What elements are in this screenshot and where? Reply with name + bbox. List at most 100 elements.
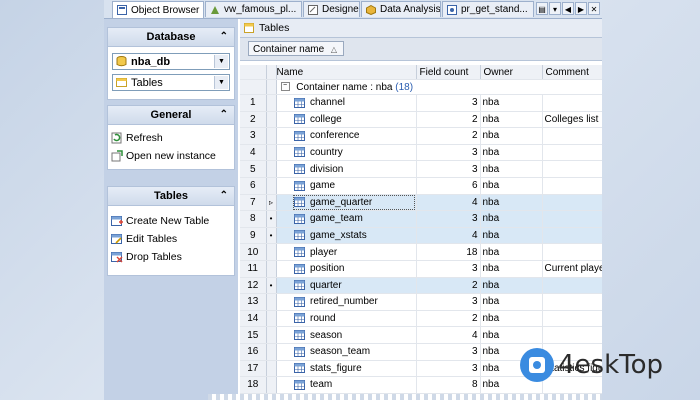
name-cell[interactable]: stats_figure [292, 360, 417, 378]
owner-cell[interactable]: nba [480, 260, 543, 278]
table-row[interactable]: 15 season 4 nba [240, 326, 602, 344]
database-select[interactable]: nba_db ▼ [112, 53, 230, 70]
name-cell[interactable]: quarter [292, 277, 417, 295]
name-cell[interactable]: game_team [292, 210, 417, 228]
chevron-down-icon[interactable]: ▼ [214, 76, 228, 89]
comment-cell[interactable] [542, 243, 602, 261]
field-count-cell[interactable]: 3 [416, 360, 481, 378]
field-count-cell[interactable]: 2 [416, 310, 481, 328]
row-number-cell[interactable]: 13 [240, 293, 267, 311]
column-header-owner[interactable]: Owner [480, 65, 543, 80]
tab-designer[interactable]: Designer [303, 1, 360, 17]
comment-cell[interactable] [542, 194, 602, 212]
scroll-left-icon[interactable]: ◀ [562, 2, 574, 15]
row-number-cell[interactable]: 16 [240, 343, 267, 361]
edit-tables-link[interactable]: Edit Tables [111, 230, 231, 248]
comment-cell[interactable] [542, 293, 602, 311]
comment-cell[interactable] [542, 326, 602, 344]
field-count-cell[interactable]: 18 [416, 243, 481, 261]
owner-cell[interactable]: nba [480, 144, 543, 162]
owner-cell[interactable]: nba [480, 177, 543, 195]
name-cell[interactable]: season [292, 326, 417, 344]
table-row[interactable]: 12 • quarter 2 nba [240, 277, 602, 295]
field-count-cell[interactable]: 2 [416, 127, 481, 145]
name-cell[interactable]: country [292, 144, 417, 162]
comment-cell[interactable] [542, 177, 602, 195]
collapse-icon[interactable]: ⌃ [220, 109, 228, 120]
table-row[interactable]: 9 • game_xstats 4 nba [240, 227, 602, 245]
field-count-cell[interactable]: 3 [416, 260, 481, 278]
comment-cell[interactable] [542, 227, 602, 245]
column-header-name[interactable]: Name [276, 65, 417, 80]
comment-cell[interactable] [542, 94, 602, 112]
owner-cell[interactable]: nba [480, 111, 543, 129]
table-row[interactable]: 8 • game_team 3 nba [240, 210, 602, 228]
row-number-cell[interactable]: 5 [240, 160, 267, 178]
field-count-cell[interactable]: 3 [416, 293, 481, 311]
chevron-down-icon[interactable]: ▾ [549, 2, 561, 15]
row-number-cell[interactable]: 17 [240, 360, 267, 378]
general-panel-header[interactable]: General ⌃ [107, 105, 235, 125]
table-row[interactable]: 13 retired_number 3 nba [240, 293, 602, 311]
row-number-cell[interactable]: 4 [240, 144, 267, 162]
field-count-cell[interactable]: 3 [416, 160, 481, 178]
field-count-cell[interactable]: 2 [416, 277, 481, 295]
collapse-icon[interactable]: ⌃ [220, 190, 228, 201]
comment-cell[interactable]: Colleges list [542, 111, 602, 129]
comment-cell[interactable] [542, 210, 602, 228]
owner-cell[interactable]: nba [480, 210, 543, 228]
name-cell[interactable]: retired_number [292, 293, 417, 311]
name-cell[interactable]: season_team [292, 343, 417, 361]
name-cell[interactable]: game_xstats [292, 227, 417, 245]
table-row[interactable]: 10 player 18 nba [240, 243, 602, 261]
owner-cell[interactable]: nba [480, 243, 543, 261]
chevron-down-icon[interactable]: ▼ [214, 55, 228, 68]
table-row[interactable]: 5 division 3 nba [240, 160, 602, 178]
database-panel-header[interactable]: Database ⌃ [107, 27, 235, 47]
row-number-cell[interactable]: 9 [240, 227, 267, 245]
owner-cell[interactable]: nba [480, 94, 543, 112]
name-cell[interactable]: college [292, 111, 417, 129]
group-by-container-name-chip[interactable]: Container name △ [248, 41, 344, 56]
sort-asc-icon[interactable]: △ [331, 42, 337, 57]
row-number-cell[interactable]: 8 [240, 210, 267, 228]
refresh-link[interactable]: Refresh [111, 129, 231, 147]
comment-cell[interactable] [542, 160, 602, 178]
name-cell[interactable]: team [292, 376, 417, 394]
create-new-table-link[interactable]: Create New Table [111, 212, 231, 230]
name-cell[interactable]: channel [292, 94, 417, 112]
tab-list-icon[interactable]: ▤ [536, 2, 548, 15]
comment-cell[interactable] [542, 144, 602, 162]
row-number-cell[interactable]: 3 [240, 127, 267, 145]
owner-cell[interactable]: nba [480, 127, 543, 145]
tab-vw-famous-pl[interactable]: vw_famous_pl... [205, 1, 302, 17]
table-row[interactable]: 14 round 2 nba [240, 310, 602, 328]
row-number-cell[interactable]: 7 [240, 194, 267, 212]
close-icon[interactable]: ✕ [588, 2, 600, 15]
comment-cell[interactable]: Current playe [542, 260, 602, 278]
field-count-cell[interactable]: 8 [416, 376, 481, 394]
comment-cell[interactable] [542, 277, 602, 295]
field-count-cell[interactable]: 3 [416, 343, 481, 361]
name-cell[interactable]: game_quarter [292, 194, 417, 212]
owner-cell[interactable]: nba [480, 160, 543, 178]
table-row[interactable]: 1 channel 3 nba [240, 94, 602, 112]
owner-cell[interactable]: nba [480, 293, 543, 311]
row-number-cell[interactable]: 15 [240, 326, 267, 344]
group-row[interactable]: − Container name : nba (18) [240, 79, 602, 95]
comment-cell[interactable] [542, 127, 602, 145]
name-cell[interactable]: division [292, 160, 417, 178]
owner-cell[interactable]: nba [480, 227, 543, 245]
name-cell[interactable]: game [292, 177, 417, 195]
column-header-comment[interactable]: Comment [542, 65, 602, 80]
field-count-cell[interactable]: 4 [416, 194, 481, 212]
collapse-group-icon[interactable]: − [280, 82, 290, 92]
tab-object-browser[interactable]: Object Browser [112, 1, 204, 18]
owner-cell[interactable]: nba [480, 326, 543, 344]
comment-cell[interactable] [542, 310, 602, 328]
row-number-cell[interactable]: 10 [240, 243, 267, 261]
field-count-cell[interactable]: 2 [416, 111, 481, 129]
field-count-cell[interactable]: 3 [416, 94, 481, 112]
name-cell[interactable]: position [292, 260, 417, 278]
name-cell[interactable]: conference [292, 127, 417, 145]
